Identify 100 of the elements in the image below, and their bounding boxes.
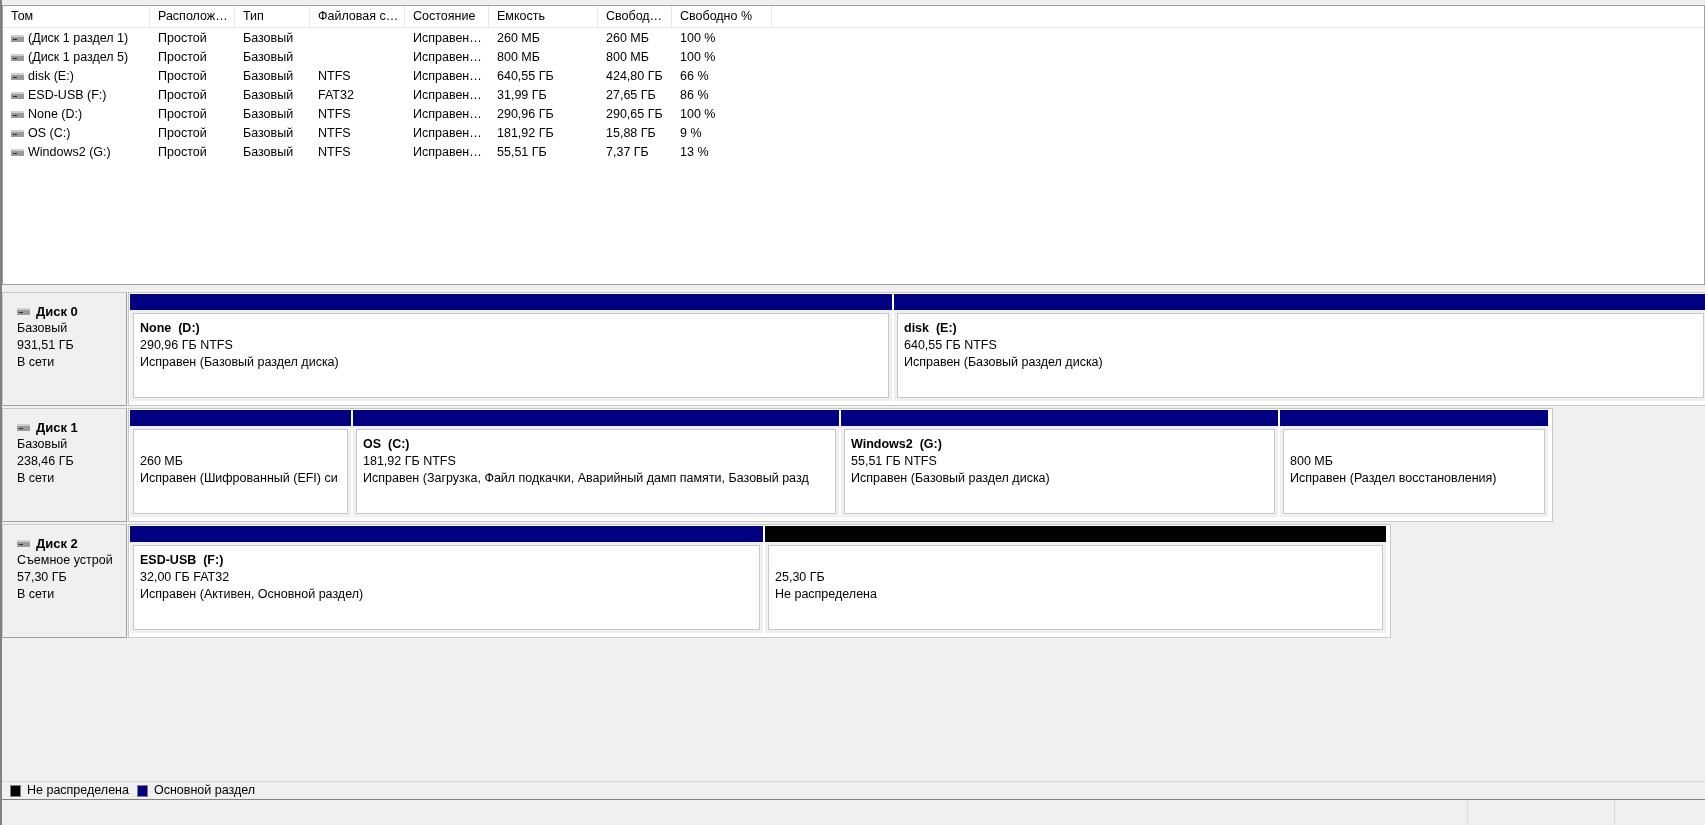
table-cell-text: 27,65 ГБ (606, 87, 656, 105)
table-cell-text: Исправен… (413, 30, 482, 48)
partition-status: Исправен (Базовый раздел диска) (140, 354, 340, 371)
table-cell-text: 100 % (680, 30, 716, 48)
disk-detail: 931,51 ГБ (17, 337, 75, 354)
column-header[interactable]: Файловая с… (310, 6, 405, 27)
table-cell-text: 66 % (680, 68, 709, 86)
disk-detail: Базовый (17, 436, 69, 453)
table-cell-text: (Диск 1 раздел 5) (28, 49, 129, 67)
legend-label: Основной раздел (153, 782, 256, 800)
disk-name: Диск 2 (36, 535, 78, 552)
disk-detail: 57,30 ГБ (17, 569, 68, 586)
partition-block[interactable]: 260 МБ Исправен (Шифрованный (EFI) си (130, 410, 351, 517)
table-cell-text: Простой (158, 144, 207, 162)
table-cell-text: Базовый (243, 106, 294, 124)
partition-status: Не распределена (775, 586, 878, 603)
table-cell-text: Простой (158, 125, 207, 143)
table-cell-text: Базовый (243, 87, 294, 105)
table-cell-text: 9 % (680, 125, 702, 143)
column-header[interactable]: Том (3, 6, 150, 27)
column-header[interactable]: Тип (235, 6, 310, 27)
partition-title: disk (E:) (904, 320, 958, 337)
drive-icon (17, 308, 30, 315)
table-cell-text: 290,96 ГБ (497, 106, 554, 124)
disk-info-panel[interactable]: Диск 2 Съемное устрой 57,30 ГБ В сети (2, 524, 127, 638)
table-cell-text: Базовый (243, 68, 294, 86)
partition-size: 25,30 ГБ (775, 569, 826, 586)
partition-size: 800 МБ (1290, 453, 1334, 470)
disk-detail: В сети (17, 470, 56, 487)
table-cell-text: ESD-USB (F:) (28, 87, 107, 105)
drive-icon (11, 130, 24, 137)
table-cell-text: Windows2 (G:) (28, 144, 111, 162)
table-cell-text: 100 % (680, 49, 716, 67)
table-cell-text: 100 % (680, 106, 716, 124)
disk-info-panel[interactable]: Диск 1 Базовый 238,46 ГБ В сети (2, 408, 127, 522)
table-cell-text: 13 % (680, 144, 709, 162)
table-cell-text: 7,37 ГБ (606, 144, 649, 162)
table-cell-text: Исправен… (413, 125, 482, 143)
partition-status: Исправен (Загрузка, Файл подкачки, Аварийный дамп памяти, Базовый разд (363, 470, 810, 487)
partition-status: Исправен (Базовый раздел диска) (904, 354, 1104, 371)
drive-icon (11, 111, 24, 118)
table-cell-text: Исправен… (413, 49, 482, 67)
partition-size: 260 МБ (140, 453, 184, 470)
table-cell-text: 424,80 ГБ (606, 68, 663, 86)
table-cell-text: NTFS (318, 68, 351, 86)
column-header[interactable]: Состояние (405, 6, 489, 27)
column-header[interactable]: Емкость (489, 6, 598, 27)
partition-size: 290,96 ГБ NTFS (140, 337, 234, 354)
disk-detail: 238,46 ГБ (17, 453, 75, 470)
partition-block[interactable]: Windows2 (G:) 55,51 ГБ NTFS Исправен (Базовый раздел диска) (841, 410, 1278, 517)
table-cell-text: Базовый (243, 30, 294, 48)
disk-name: Диск 0 (36, 303, 78, 320)
partition-title: ESD-USB (F:) (140, 552, 225, 569)
partition-size: 640,55 ГБ NTFS (904, 337, 998, 354)
table-cell-text: Исправен… (413, 144, 482, 162)
disk-detail: В сети (17, 354, 56, 371)
partition-status: Исправен (Активен, Основной раздел) (140, 586, 365, 603)
drive-icon (11, 92, 24, 99)
disk-detail: Базовый (17, 320, 69, 337)
table-cell-text: NTFS (318, 125, 351, 143)
disk-detail: В сети (17, 586, 56, 603)
table-cell-text: 55,51 ГБ (497, 144, 547, 162)
partition-status: Исправен (Раздел восстановления) (1290, 470, 1498, 487)
table-cell-text: 640,55 ГБ (497, 68, 554, 86)
drive-icon (17, 424, 30, 431)
table-cell-text: 800 МБ (606, 49, 649, 67)
disk-info-panel[interactable]: Диск 0 Базовый 931,51 ГБ В сети (2, 292, 127, 406)
legend-label: Не распределена (27, 782, 129, 800)
table-cell-text: NTFS (318, 106, 351, 124)
drive-icon (11, 149, 24, 156)
table-cell-text: 260 МБ (497, 30, 540, 48)
column-header[interactable]: Свободно % (672, 6, 772, 27)
partition-block[interactable]: 25,30 ГБ Не распределена (765, 526, 1386, 633)
table-cell-text: Простой (158, 30, 207, 48)
table-cell-text: None (D:) (28, 106, 83, 124)
table-cell-text: Простой (158, 68, 207, 86)
table-cell-text: 31,99 ГБ (497, 87, 547, 105)
table-cell-text: 800 МБ (497, 49, 540, 67)
partition-block[interactable]: OS (C:) 181,92 ГБ NTFS Исправен (Загрузка, Файл подкачки, Аварийный дамп памяти, Базовый разд (353, 410, 839, 517)
drive-icon (11, 54, 24, 61)
partition-block[interactable]: None (D:) 290,96 ГБ NTFS Исправен (Базовый раздел диска) (130, 294, 892, 401)
table-cell-text: 181,92 ГБ (497, 125, 554, 143)
table-cell-text: 290,65 ГБ (606, 106, 663, 124)
table-cell-text: 15,88 ГБ (606, 125, 656, 143)
table-cell-text: FAT32 (318, 87, 354, 105)
table-cell-text: (Диск 1 раздел 1) (28, 30, 129, 48)
table-cell-text: Исправен… (413, 87, 482, 105)
partition-status: Исправен (Базовый раздел диска) (851, 470, 1051, 487)
drive-icon (11, 73, 24, 80)
partition-block[interactable]: 800 МБ Исправен (Раздел восстановления) (1280, 410, 1548, 517)
table-cell-text: Базовый (243, 125, 294, 143)
partition-block[interactable]: ESD-USB (F:) 32,00 ГБ FAT32 Исправен (Активен, Основной раздел) (130, 526, 763, 633)
disk-name: Диск 1 (36, 419, 78, 436)
column-header[interactable]: Свобод… (598, 6, 672, 27)
table-cell-text: 86 % (680, 87, 709, 105)
table-cell-text: Простой (158, 49, 207, 67)
table-cell-text: Простой (158, 106, 207, 124)
partition-title: None (D:) (140, 320, 201, 337)
partition-block[interactable]: disk (E:) 640,55 ГБ NTFS Исправен (Базовый раздел диска) (894, 294, 1705, 401)
column-header[interactable]: Располож… (150, 6, 235, 27)
